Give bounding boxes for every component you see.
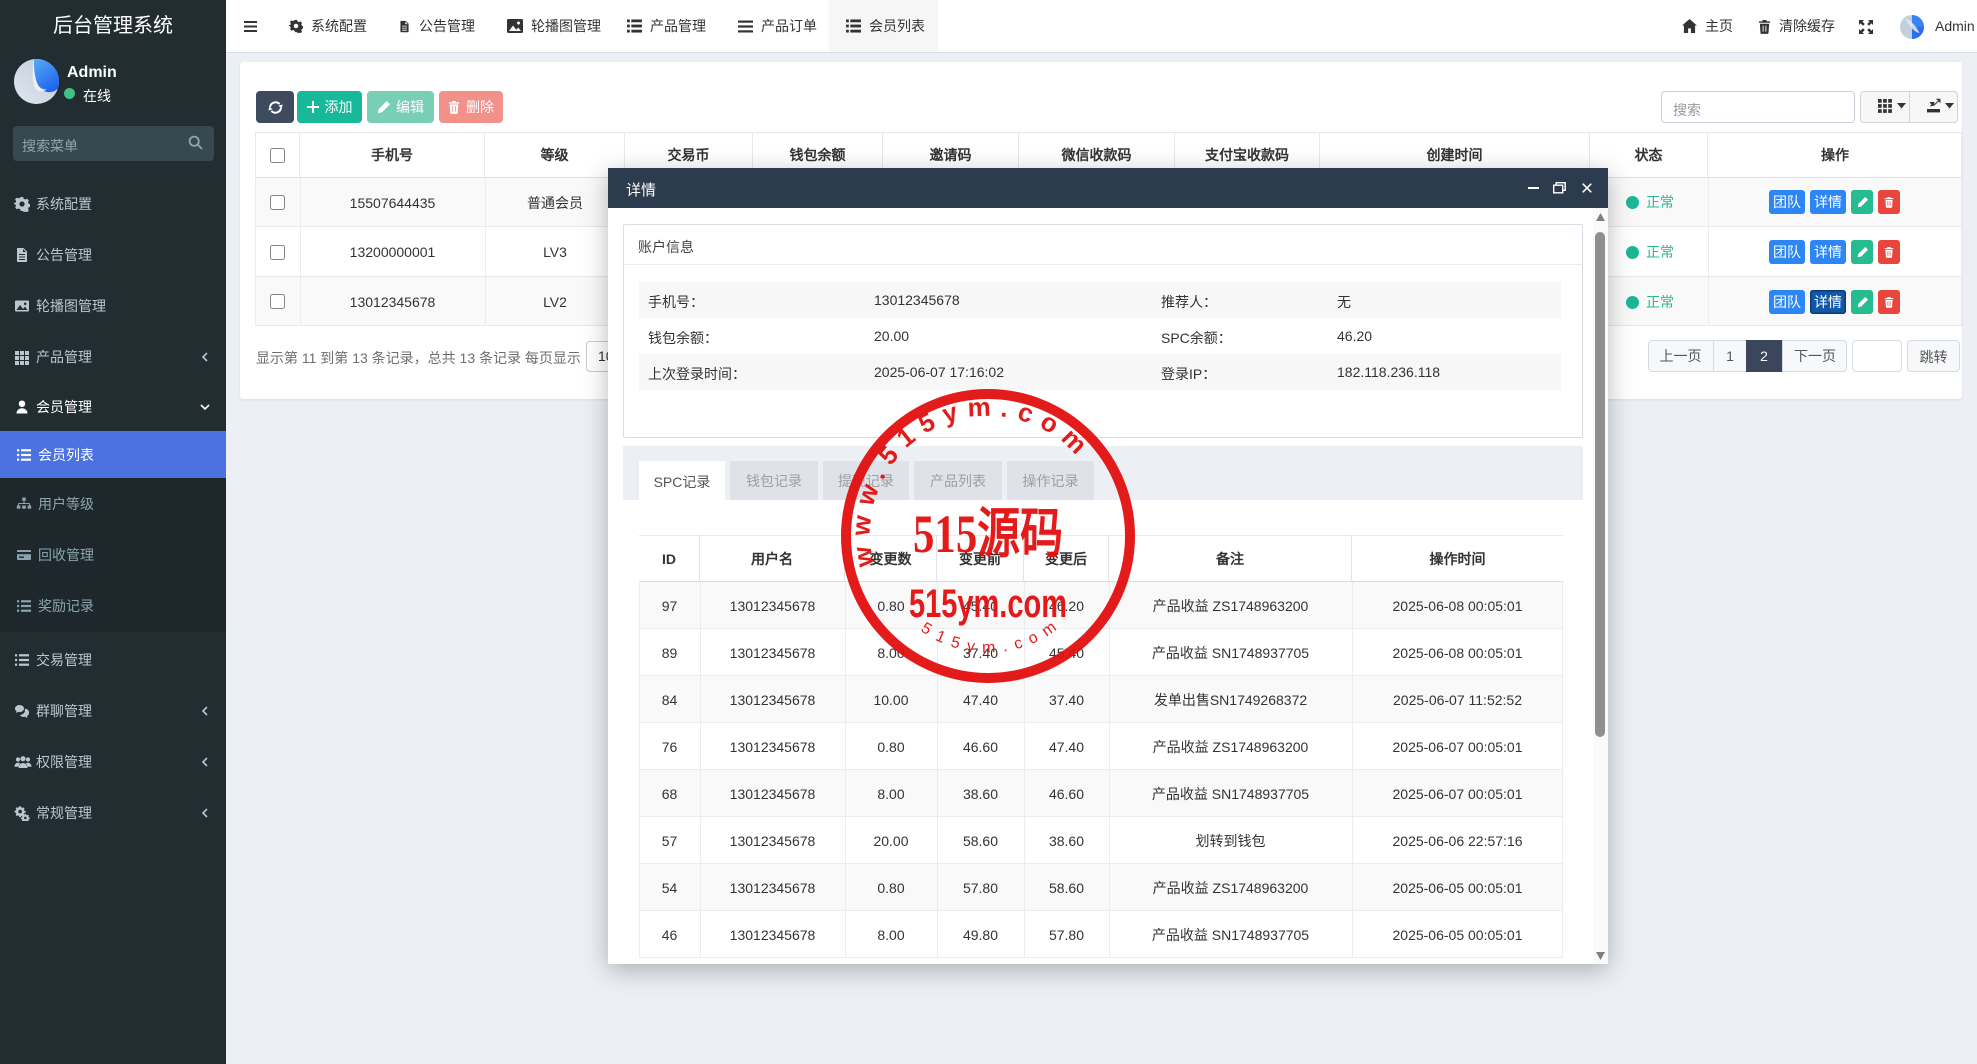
svg-text:515源码: 515源码 [913,504,1063,564]
svg-text:515ym.com: 515ym.com [909,582,1067,626]
